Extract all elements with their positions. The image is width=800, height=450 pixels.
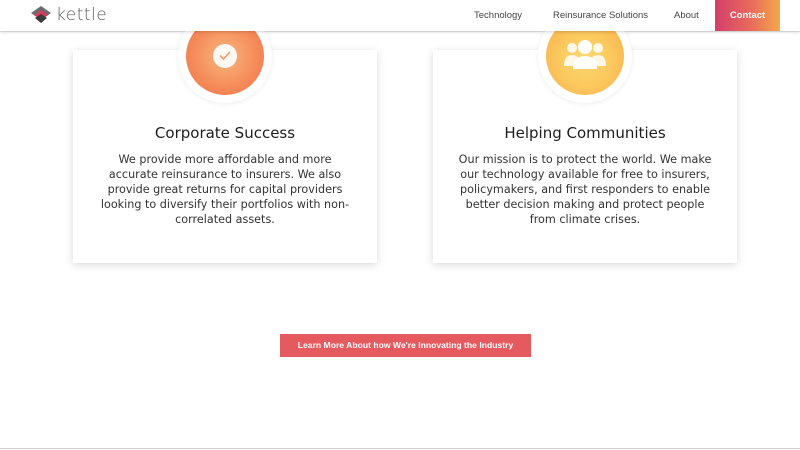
logo-text: kettle [56, 5, 108, 25]
check-icon [213, 44, 237, 68]
card-body: We provide more affordable and more accu… [100, 153, 350, 226]
learn-more-button[interactable]: Learn More About how We're Innovating th… [280, 334, 531, 357]
nav-reinsurance-solutions[interactable]: Reinsurance Solutions [553, 0, 648, 31]
contact-button[interactable]: Contact [715, 0, 780, 31]
logo[interactable]: kettle [30, 4, 107, 26]
people-icon [564, 40, 606, 69]
page-bottom-divider [0, 448, 800, 449]
nav-technology[interactable]: Technology [474, 0, 522, 31]
card-body: Our mission is to protect the world. We … [458, 153, 712, 226]
header-divider [0, 31, 800, 32]
card-title: Corporate Success [154, 124, 296, 142]
nav-about[interactable]: About [674, 0, 699, 31]
kettle-logo-icon [31, 6, 51, 23]
card-title: Helping Communities [504, 124, 666, 142]
site-header: kettle Technology Reinsurance Solutions … [0, 0, 800, 31]
